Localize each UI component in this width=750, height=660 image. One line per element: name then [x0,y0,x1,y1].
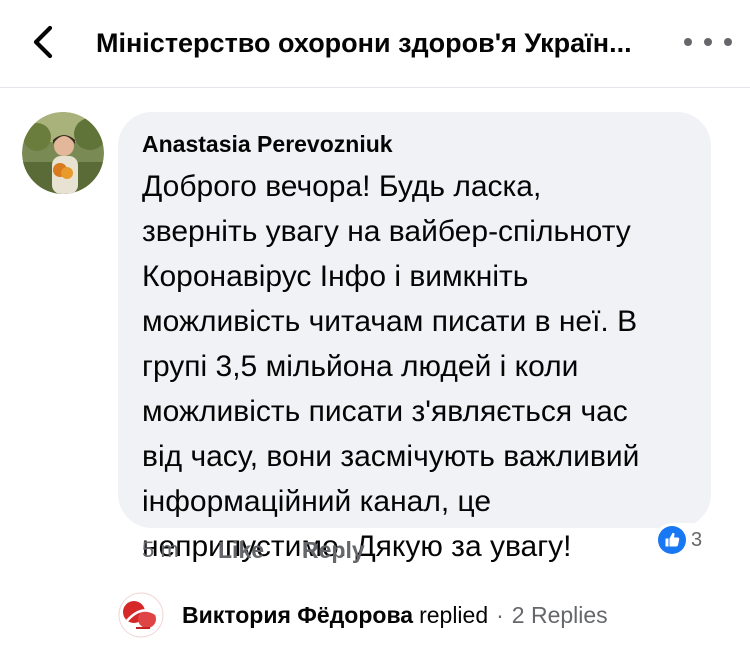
top-bar: Міністерство охорони здоров'я Україн... [0,0,750,88]
comment-line: від часу, вони засмічують важливий [142,440,640,473]
comment-actions: 5 m Like Reply [142,534,365,566]
thumbs-up-icon [658,526,686,554]
like-button[interactable]: Like [218,537,302,564]
chevron-left-icon [33,25,53,59]
reaction-count: 3 [691,528,703,551]
more-options-button[interactable] [684,30,732,54]
comment-author[interactable]: Anastasia Perevozniuk [142,130,393,158]
comment-text: Доброго вечора! Будь ласка, зверніть ува… [142,164,702,569]
replies-count: 2 Replies [511,601,608,628]
comment-timestamp[interactable]: 5 m [142,537,218,563]
comment-line: зверніть увагу на вайбер-спільноту [142,215,631,248]
replier-avatar [118,592,164,638]
view-replies-link[interactable]: Виктория Фёдорова replied · 2 Replies [118,590,608,640]
more-horizontal-icon [684,38,692,46]
separator-dot: · [496,601,504,628]
comment-line: можливість читачам писати в неї. В [142,305,638,338]
comment-line: Коронавірус Інфо і вимкніть [142,260,529,293]
replier-name: Виктория Фёдорова [182,601,414,628]
comment-line: групі 3,5 мільйона людей і коли [142,350,579,383]
back-button[interactable] [22,20,62,64]
comment-line: можливість писати з'являється час [142,395,628,428]
page-title: Міністерство охорони здоров'я Україн... [96,28,632,58]
comment-bubble[interactable]: Anastasia Perevozniuk Доброго вечора! Бу… [118,112,711,563]
replied-label: replied [419,601,489,628]
comment-line: інформаційний канал, це [142,485,492,518]
reactions-summary[interactable]: 3 [655,523,709,557]
reply-button[interactable]: Reply [302,537,365,564]
comment-line: Доброго вечора! Будь ласка, [142,170,542,203]
commenter-avatar[interactable] [22,112,104,194]
